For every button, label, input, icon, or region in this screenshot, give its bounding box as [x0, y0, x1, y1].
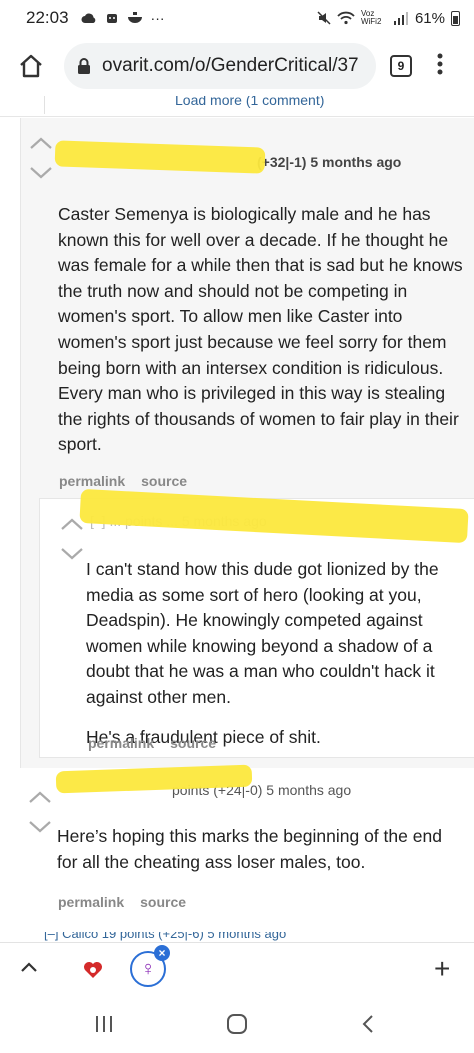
home-button[interactable] — [14, 49, 48, 83]
downvote-icon[interactable] — [29, 166, 53, 180]
back-icon[interactable] — [362, 1014, 374, 1034]
permalink-link[interactable]: permalink — [88, 735, 154, 751]
vote-controls — [60, 517, 84, 561]
vote-controls — [28, 790, 52, 834]
permalink-link[interactable]: permalink — [58, 894, 124, 910]
system-nav-bar — [0, 1000, 474, 1053]
bottom-toolbar: ♀ × + — [0, 942, 474, 1000]
permalink-link[interactable]: permalink — [59, 473, 125, 489]
browser-address-bar: ovarit.com/o/GenderCritical/37 9 — [0, 36, 474, 96]
downvote-icon[interactable] — [60, 547, 84, 561]
comment-body: Caster Semenya is biologically male and … — [58, 204, 463, 455]
redaction-mark — [79, 488, 469, 544]
upvote-icon[interactable] — [28, 790, 52, 804]
more-vert-icon — [437, 53, 443, 75]
source-link[interactable]: source — [140, 894, 186, 910]
robot-icon — [106, 14, 117, 23]
comment-paragraph: I can't stand how this dude got lionized… — [86, 559, 439, 707]
next-comment-tagline: [–] Calico 19 points (+25|-6) 5 months a… — [44, 932, 287, 941]
wifi-icon — [337, 11, 355, 25]
recent-apps-icon[interactable] — [96, 1016, 112, 1032]
cloud-icon — [81, 13, 95, 23]
network-label: Voz WiFi2 — [360, 9, 382, 26]
url-field[interactable]: ovarit.com/o/GenderCritical/37 — [64, 43, 376, 89]
favicon-tab[interactable] — [80, 957, 106, 983]
status-right: Voz WiFi2 61% — [317, 10, 460, 27]
lock-icon — [74, 56, 94, 76]
tab-switcher-button[interactable]: 9 — [390, 55, 412, 77]
battery-percent: 61% — [414, 9, 445, 27]
source-link[interactable]: source — [141, 473, 187, 489]
divider — [0, 116, 474, 117]
comment: (+32|-1) 5 months ago Caster Semenya is … — [20, 118, 474, 768]
more-dots-icon: ··· — [150, 10, 165, 26]
comment-reply: [–] ... points ... 5 months ago I can't … — [39, 488, 474, 758]
status-time: 22:03 — [26, 8, 69, 27]
comment-actions: permalink source — [58, 894, 202, 910]
comment-body: Here’s hoping this marks the beginning o… — [57, 826, 442, 872]
comment-actions: permalink source — [88, 735, 232, 751]
page-content: Load more (1 comment) (+32|-1) 5 months … — [0, 96, 474, 942]
comment: points (+24|-0) 5 months ago Here’s hopi… — [20, 764, 474, 934]
close-tab-button[interactable]: × — [154, 945, 170, 961]
signal-icon — [393, 12, 408, 25]
chevron-up-icon[interactable] — [20, 961, 38, 973]
url-text: ovarit.com/o/GenderCritical/37 — [102, 55, 359, 76]
next-comment-peek: [–] Calico 19 points (+25|-6) 5 months a… — [44, 932, 474, 942]
downvote-icon[interactable] — [28, 820, 52, 834]
home-nav-icon[interactable] — [227, 1014, 247, 1034]
new-tab-button[interactable]: + — [434, 955, 450, 983]
source-link[interactable]: source — [170, 735, 216, 751]
bowl-icon — [127, 12, 142, 23]
comment-score: (+32|-1) 5 months ago — [257, 154, 402, 170]
heart-favicon-icon — [84, 962, 102, 978]
status-bar: 22:03 ··· Voz WiFi2 61% — [0, 0, 474, 36]
mute-icon — [317, 11, 331, 25]
home-icon — [20, 54, 42, 78]
vote-controls — [29, 136, 53, 180]
status-left-icons: ··· — [81, 10, 165, 26]
comment-actions: permalink source — [59, 473, 203, 489]
battery-icon — [451, 10, 460, 26]
load-more-link[interactable]: Load more (1 comment) — [175, 96, 324, 108]
load-more-container: Load more (1 comment) — [44, 96, 474, 114]
upvote-icon[interactable] — [29, 136, 53, 150]
overflow-menu-button[interactable] — [434, 53, 446, 79]
comment-body: I can't stand how this dude got lionized… — [86, 557, 466, 750]
